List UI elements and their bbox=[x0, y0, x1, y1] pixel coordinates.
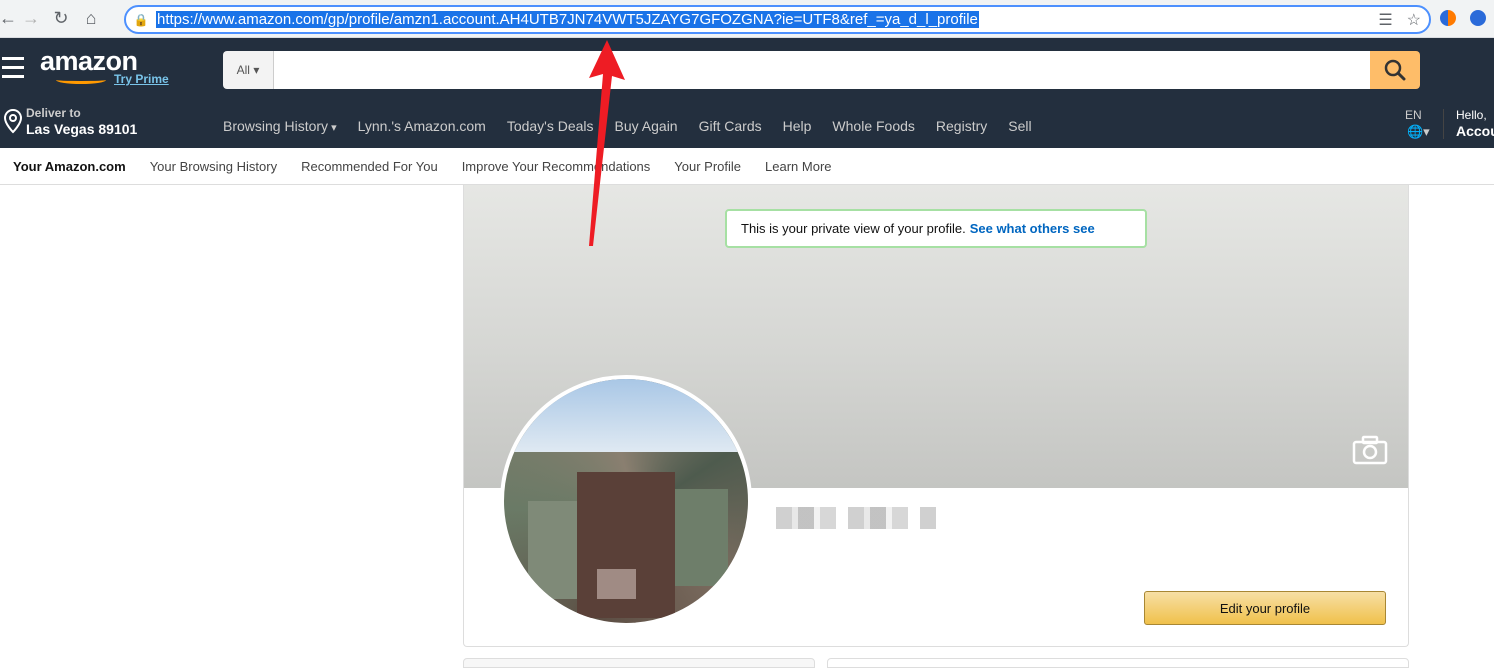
subnav-your-amazon[interactable]: Your Amazon.com bbox=[13, 159, 126, 174]
search-icon bbox=[1384, 59, 1406, 81]
nav-link-help[interactable]: Help bbox=[783, 118, 812, 134]
subnav-learn-more[interactable]: Learn More bbox=[765, 159, 831, 174]
camera-icon[interactable] bbox=[1352, 435, 1388, 465]
deliver-label: Deliver to bbox=[26, 106, 81, 120]
lower-card-left bbox=[463, 658, 815, 668]
deliver-location: Las Vegas 89101 bbox=[26, 121, 138, 137]
profile-extension-icon[interactable] bbox=[1470, 10, 1486, 26]
nav-link-registry[interactable]: Registry bbox=[936, 118, 987, 134]
url-text[interactable]: https://www.amazon.com/gp/profile/amzn1.… bbox=[156, 11, 979, 28]
lock-icon: 🔒 bbox=[133, 12, 149, 27]
subnav-recommended[interactable]: Recommended For You bbox=[301, 159, 438, 174]
nav-links: Browsing History Lynn.'s Amazon.com Toda… bbox=[223, 118, 1032, 134]
hello-label[interactable]: Hello, bbox=[1456, 108, 1487, 122]
search-button[interactable] bbox=[1370, 51, 1420, 89]
divider bbox=[1443, 109, 1444, 139]
nav-link-todays-deals[interactable]: Today's Deals bbox=[507, 118, 594, 134]
subnav-your-profile[interactable]: Your Profile bbox=[674, 159, 741, 174]
nav-link-whole-foods[interactable]: Whole Foods bbox=[832, 118, 914, 134]
nav-link-sell[interactable]: Sell bbox=[1008, 118, 1031, 134]
amazon-main-nav: Deliver to Las Vegas 89101 Browsing Hist… bbox=[0, 101, 1494, 148]
reload-icon[interactable]: ↻ bbox=[46, 4, 76, 34]
search-bar: All ▾ bbox=[223, 51, 1420, 89]
deliver-to[interactable]: Deliver to Las Vegas 89101 bbox=[2, 106, 137, 137]
profile-name-blurred bbox=[776, 507, 936, 529]
forward-icon[interactable]: → bbox=[16, 4, 46, 34]
address-bar[interactable]: 🔒 https://www.amazon.com/gp/profile/amzn… bbox=[124, 5, 1431, 34]
lower-card-right bbox=[827, 658, 1409, 668]
logo-smile-icon bbox=[56, 76, 106, 84]
home-icon[interactable]: ⌂ bbox=[76, 4, 106, 34]
menu-icon[interactable] bbox=[0, 47, 32, 87]
profile-card: This is your private view of your profil… bbox=[463, 185, 1409, 647]
try-prime-link[interactable]: Try Prime bbox=[114, 72, 169, 86]
location-pin-icon bbox=[3, 108, 23, 134]
search-category-label: All bbox=[236, 63, 250, 77]
extension-icon[interactable] bbox=[1440, 10, 1456, 26]
profile-avatar[interactable] bbox=[500, 375, 752, 627]
search-category-dropdown[interactable]: All ▾ bbox=[223, 51, 274, 89]
translate-icon[interactable]: ☰ bbox=[1378, 10, 1392, 30]
sub-nav: Your Amazon.com Your Browsing History Re… bbox=[0, 148, 1494, 185]
search-input[interactable] bbox=[274, 51, 1370, 89]
nav-link-your-amazon[interactable]: Lynn.'s Amazon.com bbox=[358, 118, 486, 134]
back-icon[interactable]: ← bbox=[0, 4, 17, 34]
subnav-browsing-history[interactable]: Your Browsing History bbox=[150, 159, 277, 174]
see-what-others-see-link[interactable]: See what others see bbox=[970, 221, 1095, 236]
edit-profile-button[interactable]: Edit your profile bbox=[1144, 591, 1386, 625]
amazon-header: amazon Try Prime All ▾ bbox=[0, 38, 1494, 101]
language-selector[interactable]: EN bbox=[1405, 108, 1422, 122]
globe-icon[interactable]: 🌐▾ bbox=[1407, 124, 1430, 140]
account-link[interactable]: Account bbox=[1456, 123, 1494, 139]
private-view-text: This is your private view of your profil… bbox=[741, 221, 966, 236]
private-view-notice: This is your private view of your profil… bbox=[725, 209, 1147, 248]
amazon-logo[interactable]: amazon Try Prime bbox=[40, 46, 169, 86]
star-icon[interactable]: ☆ bbox=[1407, 10, 1421, 30]
browser-toolbar: ← → ↻ ⌂ 🔒 https://www.amazon.com/gp/prof… bbox=[0, 0, 1494, 38]
nav-link-browsing-history[interactable]: Browsing History bbox=[223, 118, 337, 134]
annotation-arrow-icon bbox=[589, 40, 625, 246]
nav-link-gift-cards[interactable]: Gift Cards bbox=[699, 118, 762, 134]
